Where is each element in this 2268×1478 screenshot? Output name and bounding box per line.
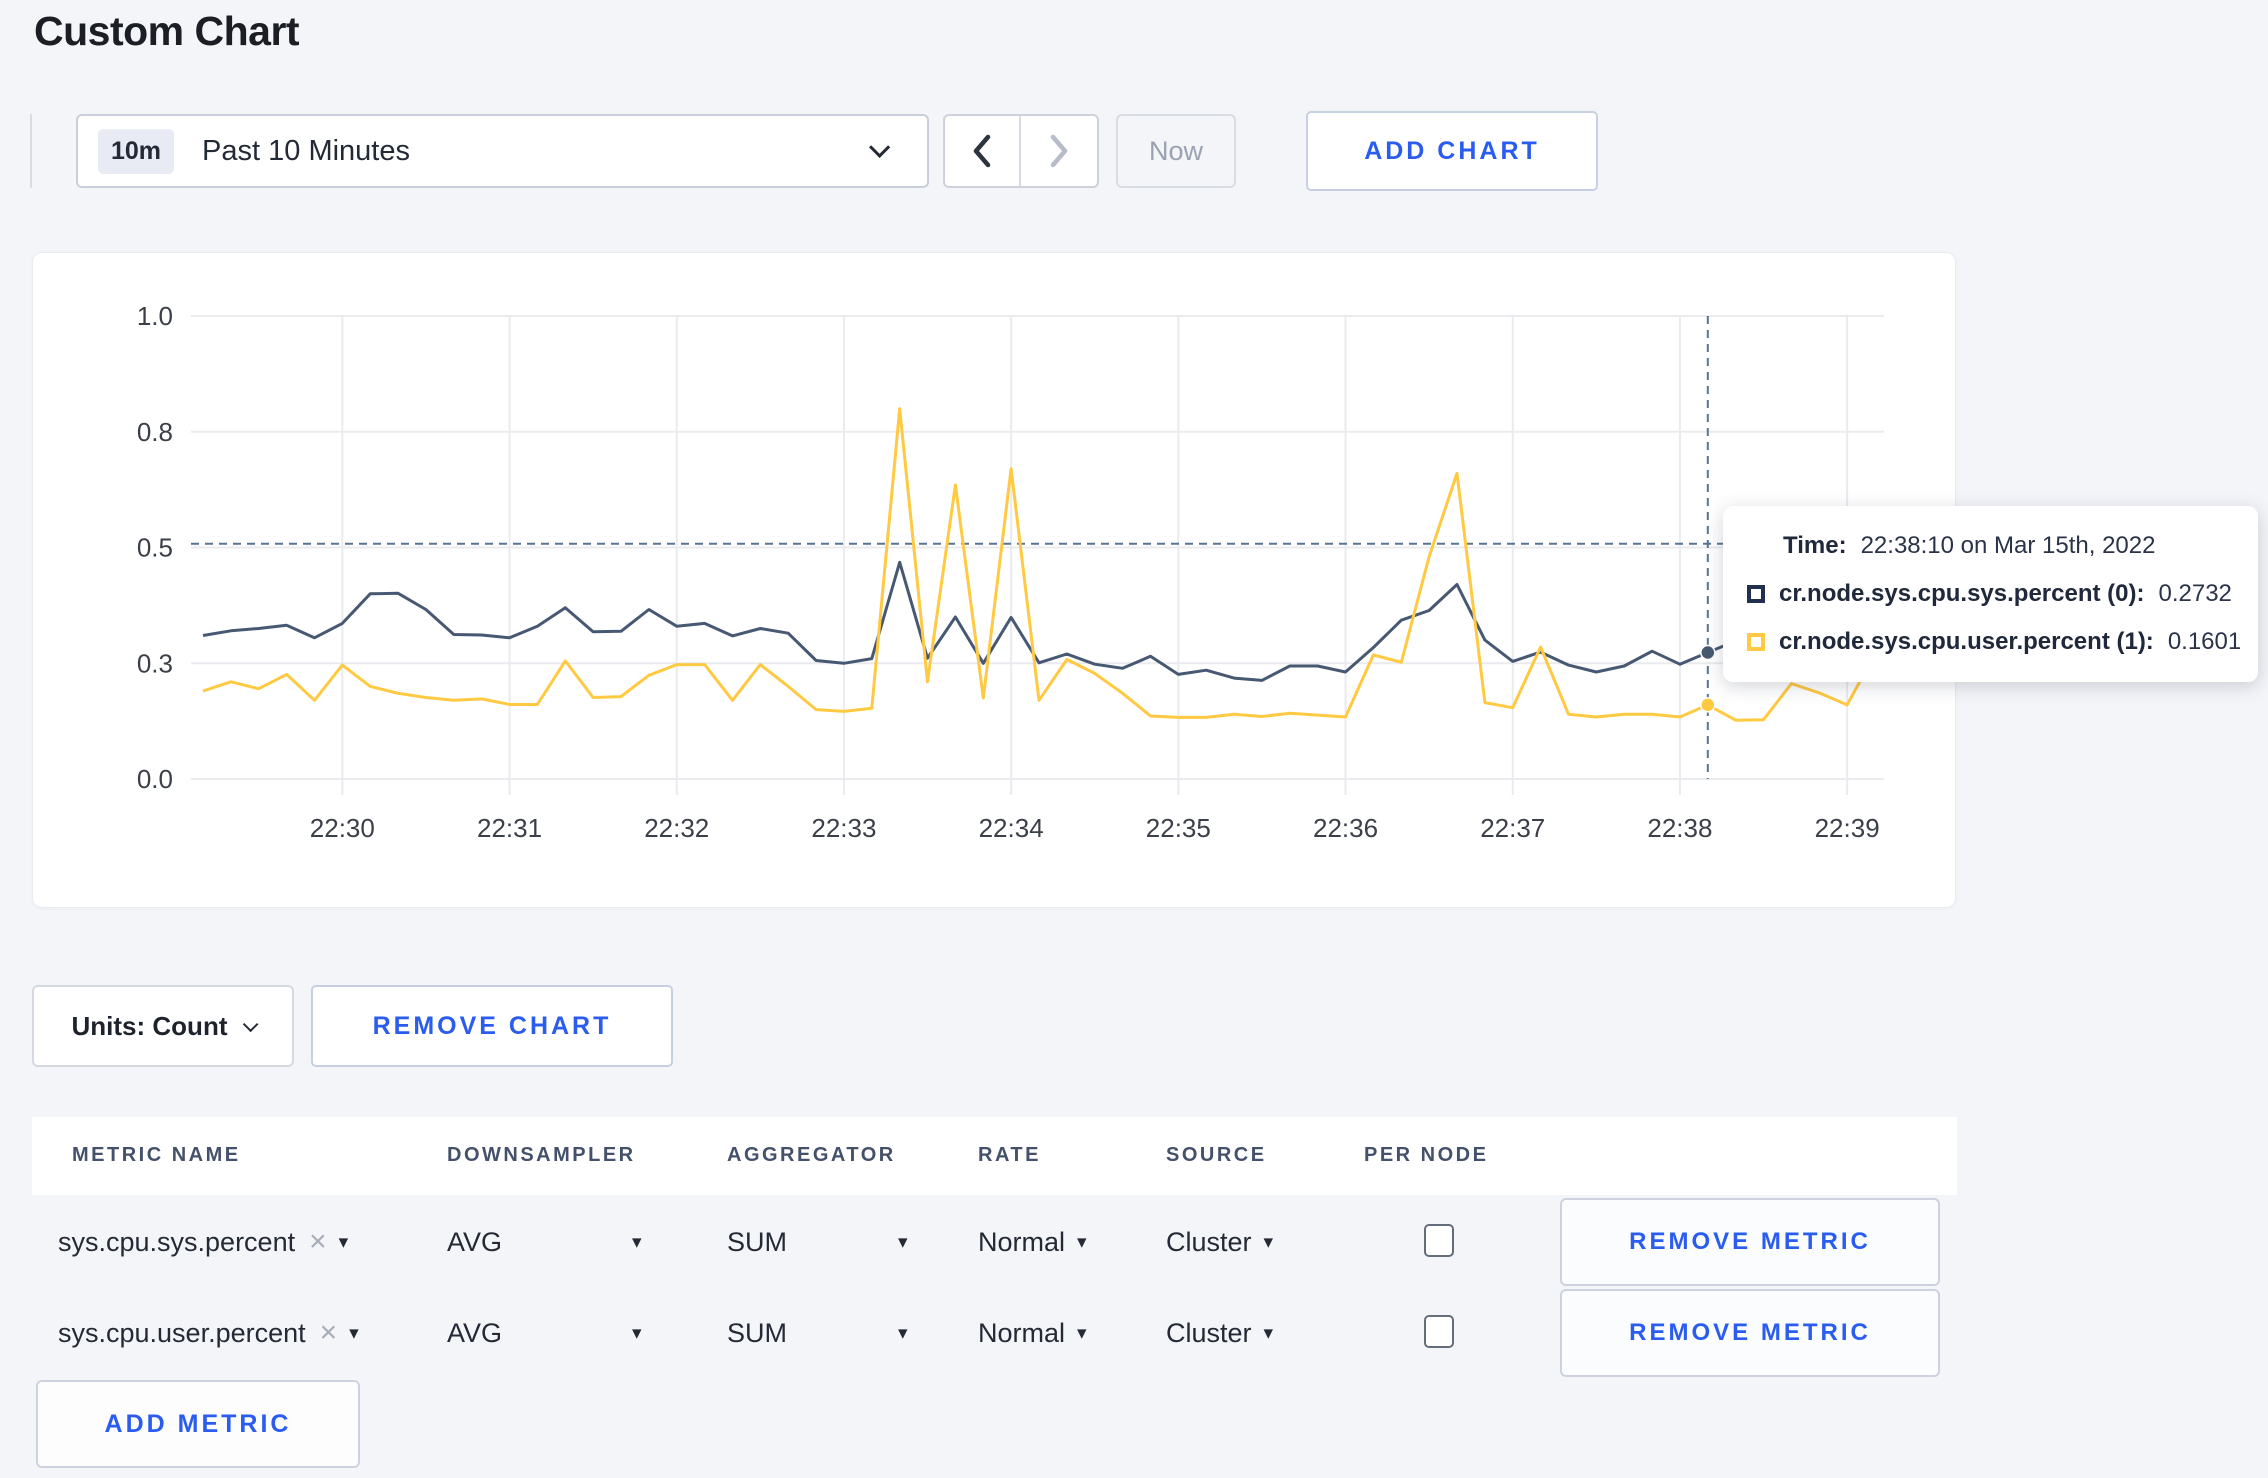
- time-range-select[interactable]: 10m Past 10 Minutes: [76, 114, 929, 188]
- svg-text:22:30: 22:30: [310, 813, 375, 843]
- remove-metric-x-icon[interactable]: ×: [320, 1316, 338, 1350]
- remove-metric-button[interactable]: REMOVE METRIC: [1560, 1289, 1940, 1377]
- per-node-checkbox[interactable]: [1424, 1224, 1454, 1257]
- svg-text:0.5: 0.5: [137, 533, 173, 563]
- downsampler-arrow[interactable]: ▾: [632, 1289, 642, 1377]
- dropdown-arrow-icon: ▾: [632, 1231, 642, 1253]
- svg-text:22:38: 22:38: [1647, 813, 1712, 843]
- metric-name-select[interactable]: sys.cpu.sys.percent × ▾: [58, 1198, 348, 1286]
- toolbar-divider: [30, 114, 32, 188]
- col-header-per-node: PER NODE: [1364, 1144, 1489, 1166]
- dropdown-arrow-icon[interactable]: ▾: [349, 1322, 359, 1345]
- svg-text:22:35: 22:35: [1146, 813, 1211, 843]
- cpu-usage-chart[interactable]: 0.0 0.3 0.5 0.8 1.0 22:30 22:31 22:32 22:33 22:34…: [33, 253, 1957, 909]
- units-select[interactable]: Units: Count: [32, 985, 294, 1067]
- time-range-badge: 10m: [98, 128, 175, 174]
- svg-text:22:34: 22:34: [979, 813, 1044, 843]
- downsampler-select[interactable]: AVG: [447, 1289, 502, 1377]
- dropdown-arrow-icon: ▾: [898, 1231, 908, 1253]
- metric-row: sys.cpu.sys.percent × ▾ AVG ▾ SUM ▾ Norm…: [32, 1198, 1957, 1286]
- rate-select[interactable]: Normal ▾: [978, 1289, 1087, 1377]
- sys-series-swatch-icon: [1747, 585, 1765, 603]
- svg-text:22:37: 22:37: [1480, 813, 1545, 843]
- dropdown-arrow-icon: ▾: [1263, 1322, 1274, 1344]
- dropdown-arrow-icon: ▾: [632, 1322, 642, 1344]
- add-metric-button[interactable]: ADD METRIC: [36, 1380, 360, 1468]
- aggregator-arrow[interactable]: ▾: [898, 1289, 908, 1377]
- tooltip-series-label: cr.node.sys.cpu.user.percent (1):: [1779, 628, 2154, 655]
- remove-metric-x-icon[interactable]: ×: [309, 1225, 327, 1259]
- downsampler-arrow[interactable]: ▾: [632, 1198, 642, 1286]
- chevron-right-icon: [1050, 134, 1068, 168]
- tooltip-time-row: Time: 22:38:10 on Mar 15th, 2022: [1723, 522, 2258, 570]
- units-label: Units: Count: [71, 1010, 228, 1041]
- prev-time-button[interactable]: [945, 116, 1021, 186]
- metric-name-select[interactable]: sys.cpu.user.percent × ▾: [58, 1289, 359, 1377]
- aggregator-arrow[interactable]: ▾: [898, 1198, 908, 1286]
- downsampler-select[interactable]: AVG: [447, 1198, 502, 1286]
- add-chart-button[interactable]: ADD CHART: [1306, 111, 1598, 191]
- metric-name-label: sys.cpu.sys.percent: [58, 1226, 296, 1257]
- svg-text:0.0: 0.0: [137, 764, 173, 794]
- svg-text:22:31: 22:31: [477, 813, 542, 843]
- tooltip-series-value: 0.1601: [2167, 628, 2242, 655]
- remove-metric-button[interactable]: REMOVE METRIC: [1560, 1198, 1940, 1286]
- time-pager: [943, 114, 1099, 188]
- user-series-swatch-icon: [1747, 633, 1765, 651]
- source-select[interactable]: Cluster ▾: [1166, 1289, 1273, 1377]
- tooltip-series-row: cr.node.sys.cpu.sys.percent (0): 0.2732: [1723, 570, 2258, 618]
- metric-row: sys.cpu.user.percent × ▾ AVG ▾ SUM ▾ Nor…: [32, 1289, 1957, 1377]
- dropdown-arrow-icon[interactable]: ▾: [339, 1231, 349, 1254]
- dropdown-arrow-icon: ▾: [1263, 1231, 1274, 1253]
- tooltip-time-value: 22:38:10 on Mar 15th, 2022: [1860, 532, 2156, 559]
- col-header-source: SOURCE: [1166, 1144, 1267, 1166]
- dropdown-arrow-icon: ▾: [1077, 1322, 1087, 1344]
- dropdown-arrow-icon: ▾: [898, 1322, 908, 1344]
- per-node-checkbox[interactable]: [1424, 1315, 1454, 1348]
- col-header-metric-name: METRIC NAME: [72, 1144, 241, 1166]
- svg-text:22:36: 22:36: [1313, 813, 1378, 843]
- tooltip-series-row: cr.node.sys.cpu.user.percent (1): 0.1601: [1723, 618, 2258, 666]
- svg-text:22:33: 22:33: [811, 813, 876, 843]
- tooltip-series-label: cr.node.sys.cpu.sys.percent (0):: [1779, 580, 2145, 607]
- chart-tooltip: Time: 22:38:10 on Mar 15th, 2022 cr.node…: [1723, 506, 2258, 682]
- svg-text:0.8: 0.8: [137, 417, 173, 447]
- svg-text:1.0: 1.0: [137, 301, 173, 331]
- aggregator-select[interactable]: SUM: [727, 1289, 787, 1377]
- dropdown-arrow-icon: ▾: [1077, 1231, 1087, 1253]
- metrics-table-header: METRIC NAME DOWNSAMPLER AGGREGATOR RATE …: [32, 1117, 1957, 1195]
- col-header-rate: RATE: [978, 1144, 1041, 1166]
- col-header-downsampler: DOWNSAMPLER: [447, 1144, 636, 1166]
- source-select[interactable]: Cluster ▾: [1166, 1198, 1273, 1286]
- chevron-down-icon: [243, 1016, 259, 1032]
- tooltip-series-value: 0.2732: [2158, 580, 2232, 607]
- svg-text:22:32: 22:32: [644, 813, 709, 843]
- time-range-label: Past 10 Minutes: [202, 134, 410, 167]
- svg-text:22:39: 22:39: [1815, 813, 1880, 843]
- chevron-down-icon: [869, 136, 891, 158]
- metric-name-label: sys.cpu.user.percent: [58, 1317, 306, 1348]
- col-header-aggregator: AGGREGATOR: [727, 1144, 896, 1166]
- now-button[interactable]: Now: [1116, 114, 1236, 188]
- aggregator-select[interactable]: SUM: [727, 1198, 787, 1286]
- remove-chart-button[interactable]: REMOVE CHART: [311, 985, 673, 1067]
- chevron-left-icon: [973, 134, 991, 168]
- svg-text:0.3: 0.3: [137, 648, 173, 678]
- rate-select[interactable]: Normal ▾: [978, 1198, 1087, 1286]
- chart-card: 0.0 0.3 0.5 0.8 1.0 22:30 22:31 22:32 22:33 22:34…: [32, 252, 1956, 908]
- tooltip-time-label: Time:: [1783, 532, 1847, 559]
- next-time-button[interactable]: [1021, 116, 1097, 186]
- page-title: Custom Chart: [34, 8, 300, 54]
